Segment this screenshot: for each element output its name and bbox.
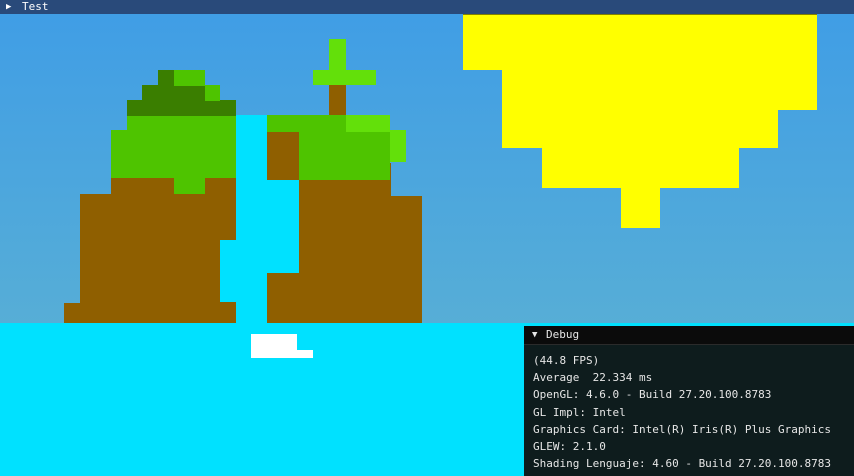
- glew-version-text: GLEW: 2.1.0: [533, 439, 606, 453]
- tree-trunk: [329, 85, 346, 115]
- grass-block: [299, 130, 390, 180]
- test-window-titlebar[interactable]: ▶ Test: [0, 0, 854, 14]
- grass-block: [346, 115, 390, 132]
- grass-block: [205, 85, 220, 101]
- debug-window-title: Debug: [546, 328, 580, 341]
- gl-impl-text: GL Impl: Intel: [533, 405, 626, 419]
- triangle-right-icon[interactable]: ▶: [6, 0, 11, 14]
- grass-block: [390, 130, 406, 162]
- waterfall-block: [267, 180, 299, 273]
- triangle-down-icon[interactable]: ▼: [532, 326, 537, 344]
- foam: [267, 350, 313, 358]
- dirt-block: [80, 194, 236, 304]
- grass-block: [111, 130, 236, 178]
- grass-block: [127, 115, 236, 132]
- grass-dark-block: [158, 70, 174, 86]
- tree-leaf: [313, 70, 376, 85]
- grass-block: [174, 70, 205, 86]
- sun-block: [621, 188, 660, 228]
- grass-block: [174, 178, 205, 194]
- average-frame-time-text: Average 22.334 ms: [533, 371, 653, 385]
- sun-block: [502, 110, 778, 148]
- fps-text: (44.8 FPS): [533, 354, 600, 367]
- debug-window[interactable]: ▼ Debug (44.8 FPS) Average 22.334 ms Ope…: [524, 326, 854, 476]
- sun-block: [542, 148, 739, 188]
- test-window-title: Test: [22, 0, 49, 13]
- graphics-card-text: Graphics Card: Intel(R) Iris(R) Plus Gra…: [533, 422, 832, 436]
- dirt-block: [64, 303, 236, 325]
- sun-block: [463, 15, 817, 70]
- waterfall-block: [220, 240, 236, 302]
- debug-window-titlebar[interactable]: ▼ Debug: [524, 326, 854, 345]
- waterfall-block: [236, 115, 267, 327]
- shading-language-text: Shading Lenguaje: 4.60 - Build 27.20.100…: [533, 457, 832, 471]
- tree-leaf: [329, 39, 346, 70]
- grass-dark-block: [127, 100, 236, 116]
- sun-block: [502, 70, 817, 110]
- opengl-version-text: OpenGL: 4.6.0 - Build 27.20.100.8783: [533, 388, 772, 402]
